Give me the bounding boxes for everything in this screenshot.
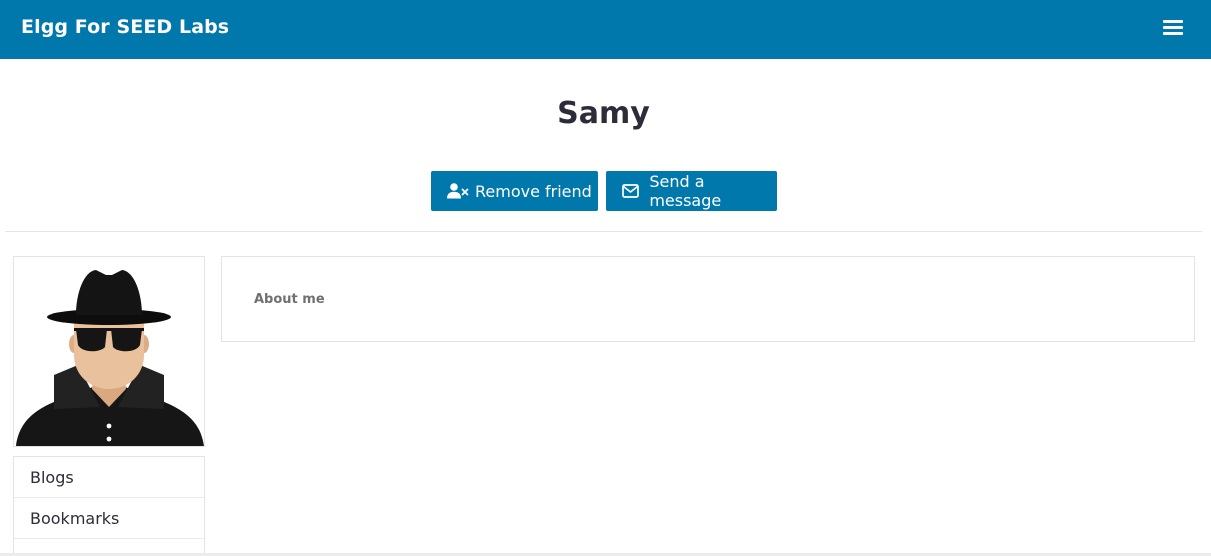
menu-item-bookmarks[interactable]: Bookmarks — [14, 498, 204, 539]
hamburger-menu-icon[interactable] — [1163, 20, 1183, 36]
site-title-link[interactable]: Elgg For SEED Labs — [21, 16, 229, 38]
profile-avatar[interactable] — [13, 256, 205, 447]
remove-friend-label: Remove friend — [475, 181, 592, 201]
profile-name: Samy — [557, 96, 650, 131]
send-message-button[interactable]: Send a message — [606, 171, 777, 211]
profile-details: About me — [221, 256, 1195, 342]
user-remove-icon — [447, 183, 469, 199]
owner-block-menu: Blogs Bookmarks Files — [13, 456, 205, 556]
spy-avatar — [14, 257, 204, 446]
menu-item-blogs[interactable]: Blogs — [14, 457, 204, 498]
divider — [5, 231, 1202, 232]
envelope-icon — [622, 183, 641, 199]
send-message-label: Send a message — [649, 172, 722, 210]
top-bar: Elgg For SEED Labs — [0, 0, 1211, 59]
about-me-label: About me — [254, 292, 325, 307]
remove-friend-button[interactable]: Remove friend — [431, 171, 598, 211]
